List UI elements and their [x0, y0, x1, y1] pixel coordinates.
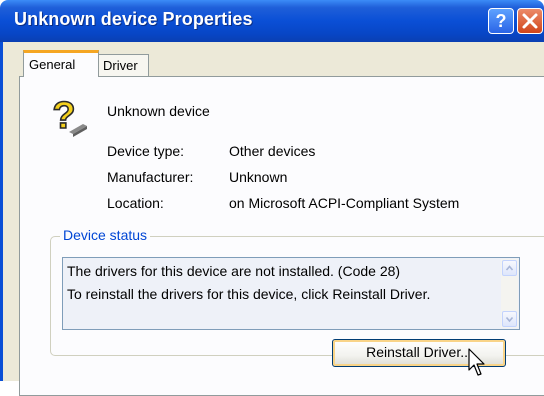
tab-driver[interactable]: Driver [97, 54, 149, 76]
manufacturer-value: Unknown [229, 169, 288, 185]
question-mark-icon: ? [496, 11, 507, 31]
tab-general[interactable]: General [23, 50, 99, 77]
device-status-textbox[interactable]: The drivers for this device are not inst… [62, 257, 520, 330]
window-title: Unknown device Properties [14, 9, 253, 29]
mouse-cursor-icon [468, 348, 485, 376]
scroll-down-button[interactable] [502, 311, 517, 327]
location-value: on Microsoft ACPI-Compliant System [229, 195, 460, 211]
close-x-icon [522, 13, 538, 29]
unknown-device-question-icon: ? [52, 94, 87, 138]
close-button[interactable] [517, 8, 543, 34]
device-type-label: Device type: [107, 143, 185, 159]
status-scrollbar[interactable] [501, 259, 518, 328]
chevron-up-icon [505, 265, 514, 271]
dialog-body: General Driver ? Unknown device Device t… [0, 42, 544, 396]
svg-text:?: ? [496, 11, 507, 31]
status-line-2: To reinstall the drivers for this device… [67, 286, 431, 302]
tab-general-label: General [29, 57, 76, 72]
location-label: Location: [107, 195, 164, 211]
title-bar: Unknown device Properties ? [0, 0, 544, 42]
help-button[interactable]: ? [488, 8, 514, 34]
device-type-value: Other devices [229, 143, 316, 159]
manufacturer-label: Manufacturer: [107, 169, 194, 185]
tab-driver-label: Driver [103, 58, 138, 73]
device-name: Unknown device [107, 103, 210, 119]
device-status-title: Device status [60, 227, 151, 243]
scroll-up-button[interactable] [502, 260, 517, 276]
chevron-down-icon [505, 316, 514, 323]
svg-text:?: ? [52, 95, 75, 137]
general-tab-panel: ? Unknown device Device type: Other devi… [19, 76, 544, 396]
status-line-1: The drivers for this device are not inst… [67, 263, 401, 279]
